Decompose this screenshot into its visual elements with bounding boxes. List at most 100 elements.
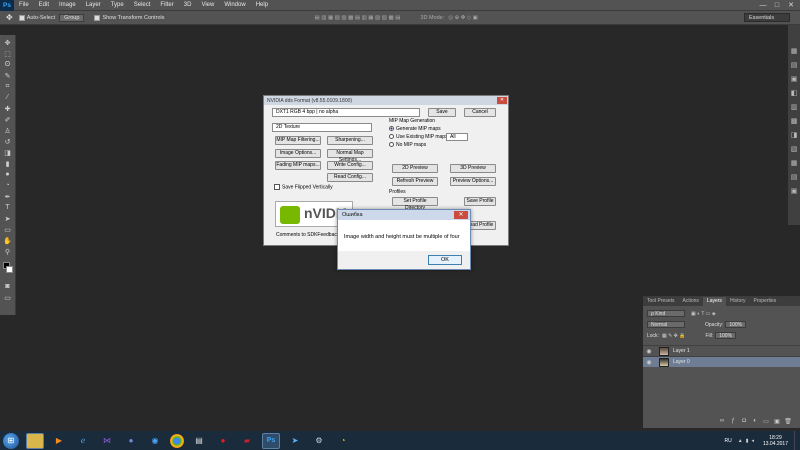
blend-mode-dropdown[interactable]: Normal xyxy=(647,321,685,328)
crop-tool-icon[interactable]: ⌗ xyxy=(2,82,14,92)
clock[interactable]: 18:29 13.04.2017 xyxy=(763,435,788,447)
menu-image[interactable]: Image xyxy=(54,0,81,11)
pen-tool-icon[interactable]: ✒ xyxy=(2,192,14,202)
chrome-icon[interactable] xyxy=(170,433,184,448)
tab-actions[interactable]: Actions xyxy=(679,297,703,306)
tab-history[interactable]: History xyxy=(726,297,750,306)
yellow-app-icon[interactable]: ◔ xyxy=(334,433,352,449)
delete-layer-icon[interactable]: 🗑 xyxy=(784,418,792,426)
lasso-tool-icon[interactable]: ʘ xyxy=(2,60,14,70)
tab-layers[interactable]: Layers xyxy=(702,297,726,306)
dodge-tool-icon[interactable]: ◔ xyxy=(2,181,14,191)
healing-brush-icon[interactable]: ✚ xyxy=(2,104,14,114)
add-mask-icon[interactable]: ◘ xyxy=(740,418,748,426)
network-icon[interactable]: ▮ xyxy=(746,438,749,444)
explorer-icon[interactable] xyxy=(26,432,44,449)
fill-input[interactable]: 100% xyxy=(715,332,737,339)
clone-stamp-icon[interactable]: ♙ xyxy=(2,126,14,136)
move-tool-icon[interactable]: ✥ xyxy=(2,38,14,48)
format-dropdown[interactable]: DXT1 RGB 4 bpp | no alpha xyxy=(272,108,420,117)
workspace-dropdown[interactable]: Essentials xyxy=(744,13,790,22)
background-color-swatch[interactable] xyxy=(5,266,13,273)
fading-mip-maps-button[interactable]: Fading MIP maps... xyxy=(275,161,321,170)
record-app-icon[interactable]: ● xyxy=(214,433,232,449)
menu-view[interactable]: View xyxy=(196,0,219,11)
photoshop-taskbar-icon[interactable]: Ps xyxy=(262,432,280,449)
refresh-preview-button[interactable]: Refresh Preview xyxy=(392,177,438,186)
save-profile-button[interactable]: Save Profile xyxy=(464,197,496,206)
menu-3d[interactable]: 3D xyxy=(179,0,197,11)
menu-edit[interactable]: Edit xyxy=(34,0,54,11)
kind-filter-dropdown[interactable]: ρ Kind xyxy=(647,310,685,317)
mip-map-filtering-button[interactable]: MIP Map Filtering... xyxy=(275,136,321,145)
panel-icons[interactable]: ▦ ▤ ▣ ◧ ▥ ▩ ◨ ▧ ▦ ▤ ▣ xyxy=(788,45,800,199)
save-flipped-option[interactable]: Save Flipped Vertically xyxy=(274,184,333,191)
error-close-button[interactable]: ✕ xyxy=(454,211,468,219)
type-tool-icon[interactable]: T xyxy=(2,203,14,213)
ok-button[interactable]: OK xyxy=(428,255,462,265)
save-button[interactable]: Save xyxy=(428,108,456,117)
align-icons[interactable]: ▤ ▥ ▦ ▧ ▨ ▩ ▤ ▥ ▦ ▧ ▨ ▩ ▤ xyxy=(315,15,401,21)
quick-mask-icon[interactable]: ◙ xyxy=(2,282,14,292)
gradient-tool-icon[interactable]: ▮ xyxy=(2,159,14,169)
sharpening-button[interactable]: Sharpening... xyxy=(327,136,373,145)
auto-select-checkbox[interactable] xyxy=(18,14,25,21)
start-button[interactable]: ⊞ xyxy=(3,432,19,449)
set-profile-directory-button[interactable]: Set Profile Directory xyxy=(392,197,438,211)
link-layers-icon[interactable]: ∞ xyxy=(718,418,726,426)
volume-icon[interactable]: ◂ xyxy=(751,438,754,444)
language-indicator[interactable]: RU xyxy=(725,438,732,444)
marquee-tool-icon[interactable]: ⬚ xyxy=(2,49,14,59)
eyedropper-tool-icon[interactable]: ⁄ xyxy=(2,93,14,103)
history-brush-icon[interactable]: ↺ xyxy=(2,137,14,147)
visual-studio-icon[interactable]: ⋈ xyxy=(98,433,116,449)
hand-tool-icon[interactable]: ✋ xyxy=(2,236,14,246)
generate-mip-radio[interactable] xyxy=(389,126,394,132)
shape-tool-icon[interactable]: ▭ xyxy=(2,225,14,235)
mip-count-dropdown[interactable]: All xyxy=(446,133,468,141)
minimize-button[interactable]: — xyxy=(756,0,770,11)
close-button[interactable]: ✕ xyxy=(784,0,798,11)
new-group-icon[interactable]: ▭ xyxy=(762,418,770,426)
new-layer-icon[interactable]: ▣ xyxy=(773,418,781,426)
path-selection-icon[interactable]: ➤ xyxy=(2,214,14,224)
2d-preview-button[interactable]: 2D Preview xyxy=(392,164,438,173)
tab-properties[interactable]: Properties xyxy=(750,297,781,306)
texture-type-dropdown[interactable]: 2D Texture xyxy=(272,123,372,132)
document-app-icon[interactable]: ▤ xyxy=(190,433,208,449)
menu-select[interactable]: Select xyxy=(129,0,156,11)
image-options-button[interactable]: Image Options... xyxy=(275,149,321,158)
save-flipped-checkbox[interactable] xyxy=(274,184,280,190)
menu-file[interactable]: File xyxy=(14,0,34,11)
menu-type[interactable]: Type xyxy=(106,0,129,11)
use-existing-mip-radio[interactable] xyxy=(389,134,394,140)
menu-help[interactable]: Help xyxy=(251,0,273,11)
maximize-button[interactable]: □ xyxy=(770,0,784,11)
menu-layer[interactable]: Layer xyxy=(81,0,106,11)
layer-row[interactable]: ◉ Layer 0 xyxy=(643,356,800,367)
no-mip-radio[interactable] xyxy=(389,142,394,148)
lock-icons[interactable]: ▦ ✎ ✥ 🔒 xyxy=(662,333,686,339)
layer-style-icon[interactable]: ƒ xyxy=(729,418,737,426)
adjustment-layer-icon[interactable]: ◐ xyxy=(751,418,759,426)
filter-icons[interactable]: ▣ ◐ T ▭ ◈ xyxy=(691,311,716,317)
menu-filter[interactable]: Filter xyxy=(155,0,178,11)
eraser-tool-icon[interactable]: ◨ xyxy=(2,148,14,158)
quick-selection-tool-icon[interactable]: ✎ xyxy=(2,71,14,81)
color-swatches[interactable] xyxy=(2,261,14,275)
show-transform-checkbox[interactable] xyxy=(94,14,101,21)
opacity-input[interactable]: 100% xyxy=(725,321,747,328)
preview-options-button[interactable]: Preview Options... xyxy=(450,177,496,186)
visibility-eye-icon[interactable]: ◉ xyxy=(643,348,655,355)
zoom-app-icon[interactable]: ◉ xyxy=(146,433,164,449)
group-dropdown[interactable]: Group xyxy=(59,13,85,22)
zoom-tool-icon[interactable]: ⚲ xyxy=(2,247,14,257)
media-player-icon[interactable]: ▶ xyxy=(50,433,68,449)
menu-window[interactable]: Window xyxy=(219,0,250,11)
steam-icon[interactable]: ⚙ xyxy=(310,433,328,449)
dialog-close-button[interactable]: ✕ xyxy=(497,97,507,104)
layer-row[interactable]: ◉ Layer 1 xyxy=(643,345,800,356)
chat-app-icon[interactable]: ● xyxy=(122,433,140,449)
arrow-app-icon[interactable]: ➤ xyxy=(286,433,304,449)
tray-arrow-icon[interactable]: ▲ xyxy=(738,438,743,444)
